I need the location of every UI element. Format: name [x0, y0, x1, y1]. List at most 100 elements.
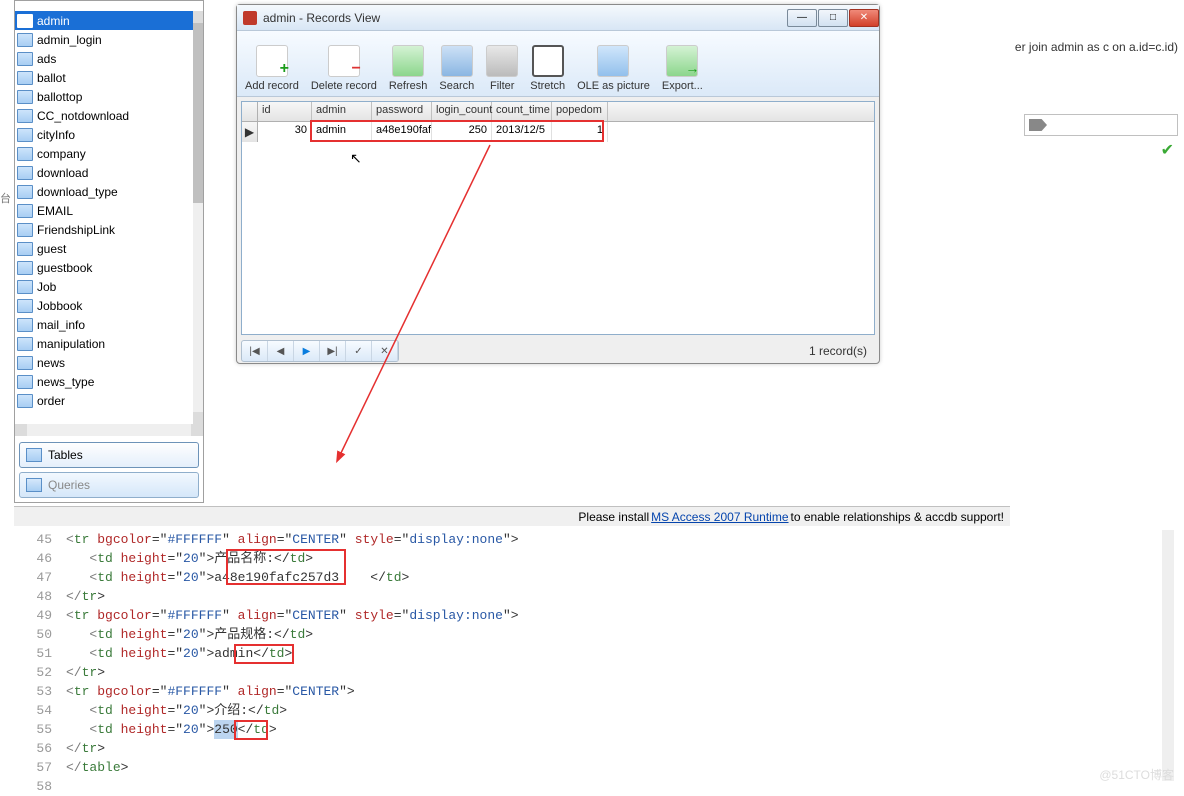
scroll-left[interactable]: [15, 424, 27, 436]
tab-tables-label: Tables: [48, 448, 83, 462]
nav-btn-3[interactable]: ▶|: [320, 341, 346, 361]
code-line[interactable]: 51 <td height="20">admin</td>: [22, 644, 1174, 663]
table-icon: [17, 90, 33, 104]
sidebar-item-ballottop[interactable]: ballottop: [15, 87, 193, 106]
sidebar-item-download[interactable]: download: [15, 163, 193, 182]
tool-label: Delete record: [311, 80, 377, 92]
sidebar-item-EMAIL[interactable]: EMAIL: [15, 201, 193, 220]
tool-delete-record[interactable]: Delete record: [305, 33, 383, 94]
column-admin[interactable]: admin: [312, 102, 372, 121]
code-line[interactable]: 54 <td height="20">介绍:</td>: [22, 701, 1174, 720]
tab-queries[interactable]: Queries: [19, 472, 199, 498]
data-grid: idadminpasswordlogin_countcount_timepope…: [241, 101, 875, 335]
scroll-thumb[interactable]: [193, 23, 203, 203]
line-number: 50: [22, 625, 52, 644]
table-label: EMAIL: [37, 204, 73, 218]
tool-stretch[interactable]: Stretch: [524, 33, 571, 94]
checkmark-icon: ✔: [1161, 140, 1174, 160]
sidebar-item-company[interactable]: company: [15, 144, 193, 163]
code-line[interactable]: 48</tr>: [22, 587, 1174, 606]
sidebar-item-ads[interactable]: ads: [15, 49, 193, 68]
maximize-button[interactable]: □: [818, 9, 848, 27]
sidebar-item-cityInfo[interactable]: cityInfo: [15, 125, 193, 144]
column-login_count[interactable]: login_count: [432, 102, 492, 121]
tool-ole-as-picture[interactable]: OLE as picture: [571, 33, 656, 94]
code-highlight-3: [234, 720, 268, 740]
sidebar-item-admin[interactable]: admin: [15, 11, 193, 30]
status-suffix: to enable relationships & accdb support!: [791, 510, 1004, 524]
status-bar: Please install MS Access 2007 Runtime to…: [14, 506, 1010, 526]
search-icon: [441, 45, 473, 77]
sidebar-item-order[interactable]: order: [15, 391, 193, 410]
code-line[interactable]: 49<tr bgcolor="#FFFFFF" align="CENTER" s…: [22, 606, 1174, 625]
tool-label: Stretch: [530, 80, 565, 92]
nav-btn-5[interactable]: ✕: [372, 341, 398, 361]
code-line[interactable]: 47 <td height="20">a48e190fafc257d3 </td…: [22, 568, 1174, 587]
tab-queries-label: Queries: [48, 478, 90, 492]
sidebar-item-download_type[interactable]: download_type: [15, 182, 193, 201]
close-button[interactable]: ✕: [849, 9, 879, 27]
nav-btn-0[interactable]: |◀: [242, 341, 268, 361]
sidebar-item-manipulation[interactable]: manipulation: [15, 334, 193, 353]
code-line[interactable]: 45<tr bgcolor="#FFFFFF" align="CENTER" s…: [22, 530, 1174, 549]
tool-export-[interactable]: Export...: [656, 33, 709, 94]
nav-btn-1[interactable]: ◀: [268, 341, 294, 361]
tool-refresh[interactable]: Refresh: [383, 33, 434, 94]
horizontal-scrollbar[interactable]: [15, 424, 203, 436]
sidebar-item-admin_login[interactable]: admin_login: [15, 30, 193, 49]
tool-filter[interactable]: Filter: [480, 33, 524, 94]
scroll-right[interactable]: [191, 424, 203, 436]
line-number: 57: [22, 758, 52, 777]
code-line[interactable]: 52</tr>: [22, 663, 1174, 682]
table-icon: [17, 318, 33, 332]
titlebar[interactable]: admin - Records View — □ ✕: [237, 5, 879, 31]
table-icon: [17, 280, 33, 294]
minimize-button[interactable]: —: [787, 9, 817, 27]
row-marker-header: [242, 102, 258, 121]
code-line[interactable]: 56</tr>: [22, 739, 1174, 758]
tool-add-record[interactable]: Add record: [239, 33, 305, 94]
code-line[interactable]: 55 <td height="20">250</td>: [22, 720, 1174, 739]
del-icon: [328, 45, 360, 77]
cell-id[interactable]: 30: [258, 122, 312, 142]
column-popedom[interactable]: popedom: [552, 102, 608, 121]
code-line[interactable]: 46 <td height="20">产品名称:</td>: [22, 549, 1174, 568]
column-id[interactable]: id: [258, 102, 312, 121]
sidebar-item-guest[interactable]: guest: [15, 239, 193, 258]
sidebar-item-FriendshipLink[interactable]: FriendshipLink: [15, 220, 193, 239]
app-icon: [243, 11, 257, 25]
table-icon: [17, 356, 33, 370]
sidebar-item-guestbook[interactable]: guestbook: [15, 258, 193, 277]
breadcrumb-fragment: [1024, 114, 1178, 136]
table-icon: [17, 204, 33, 218]
table-icon: [17, 128, 33, 142]
scroll-down[interactable]: [193, 412, 203, 424]
code-line[interactable]: 58: [22, 777, 1174, 796]
tool-label: Export...: [662, 80, 703, 92]
sidebar-item-news_type[interactable]: news_type: [15, 372, 193, 391]
scroll-up[interactable]: [193, 11, 203, 23]
column-count_time[interactable]: count_time: [492, 102, 552, 121]
column-password[interactable]: password: [372, 102, 432, 121]
sidebar-item-news[interactable]: news: [15, 353, 193, 372]
code-line[interactable]: 53<tr bgcolor="#FFFFFF" align="CENTER">: [22, 682, 1174, 701]
sidebar-item-ballot[interactable]: ballot: [15, 68, 193, 87]
nav-btn-2[interactable]: ▶: [294, 341, 320, 361]
sidebar-item-mail_info[interactable]: mail_info: [15, 315, 193, 334]
sidebar-item-CC_notdownload[interactable]: CC_notdownload: [15, 106, 193, 125]
tab-tables[interactable]: Tables: [19, 442, 199, 468]
table-icon: [17, 394, 33, 408]
nav-btn-4[interactable]: ✓: [346, 341, 372, 361]
vertical-scrollbar[interactable]: [193, 11, 203, 424]
table-label: cityInfo: [37, 128, 75, 142]
sidebar-item-Job[interactable]: Job: [15, 277, 193, 296]
table-label: mail_info: [37, 318, 85, 332]
code-line[interactable]: 57</table>: [22, 758, 1174, 777]
sidebar-item-Jobbook[interactable]: Jobbook: [15, 296, 193, 315]
stretch-icon: [532, 45, 564, 77]
code-line[interactable]: 50 <td height="20">产品规格:</td>: [22, 625, 1174, 644]
status-link[interactable]: MS Access 2007 Runtime: [651, 510, 788, 524]
tool-search[interactable]: Search: [433, 33, 480, 94]
editor-scrollbar[interactable]: [1162, 530, 1174, 781]
code-editor[interactable]: 45<tr bgcolor="#FFFFFF" align="CENTER" s…: [22, 530, 1174, 781]
